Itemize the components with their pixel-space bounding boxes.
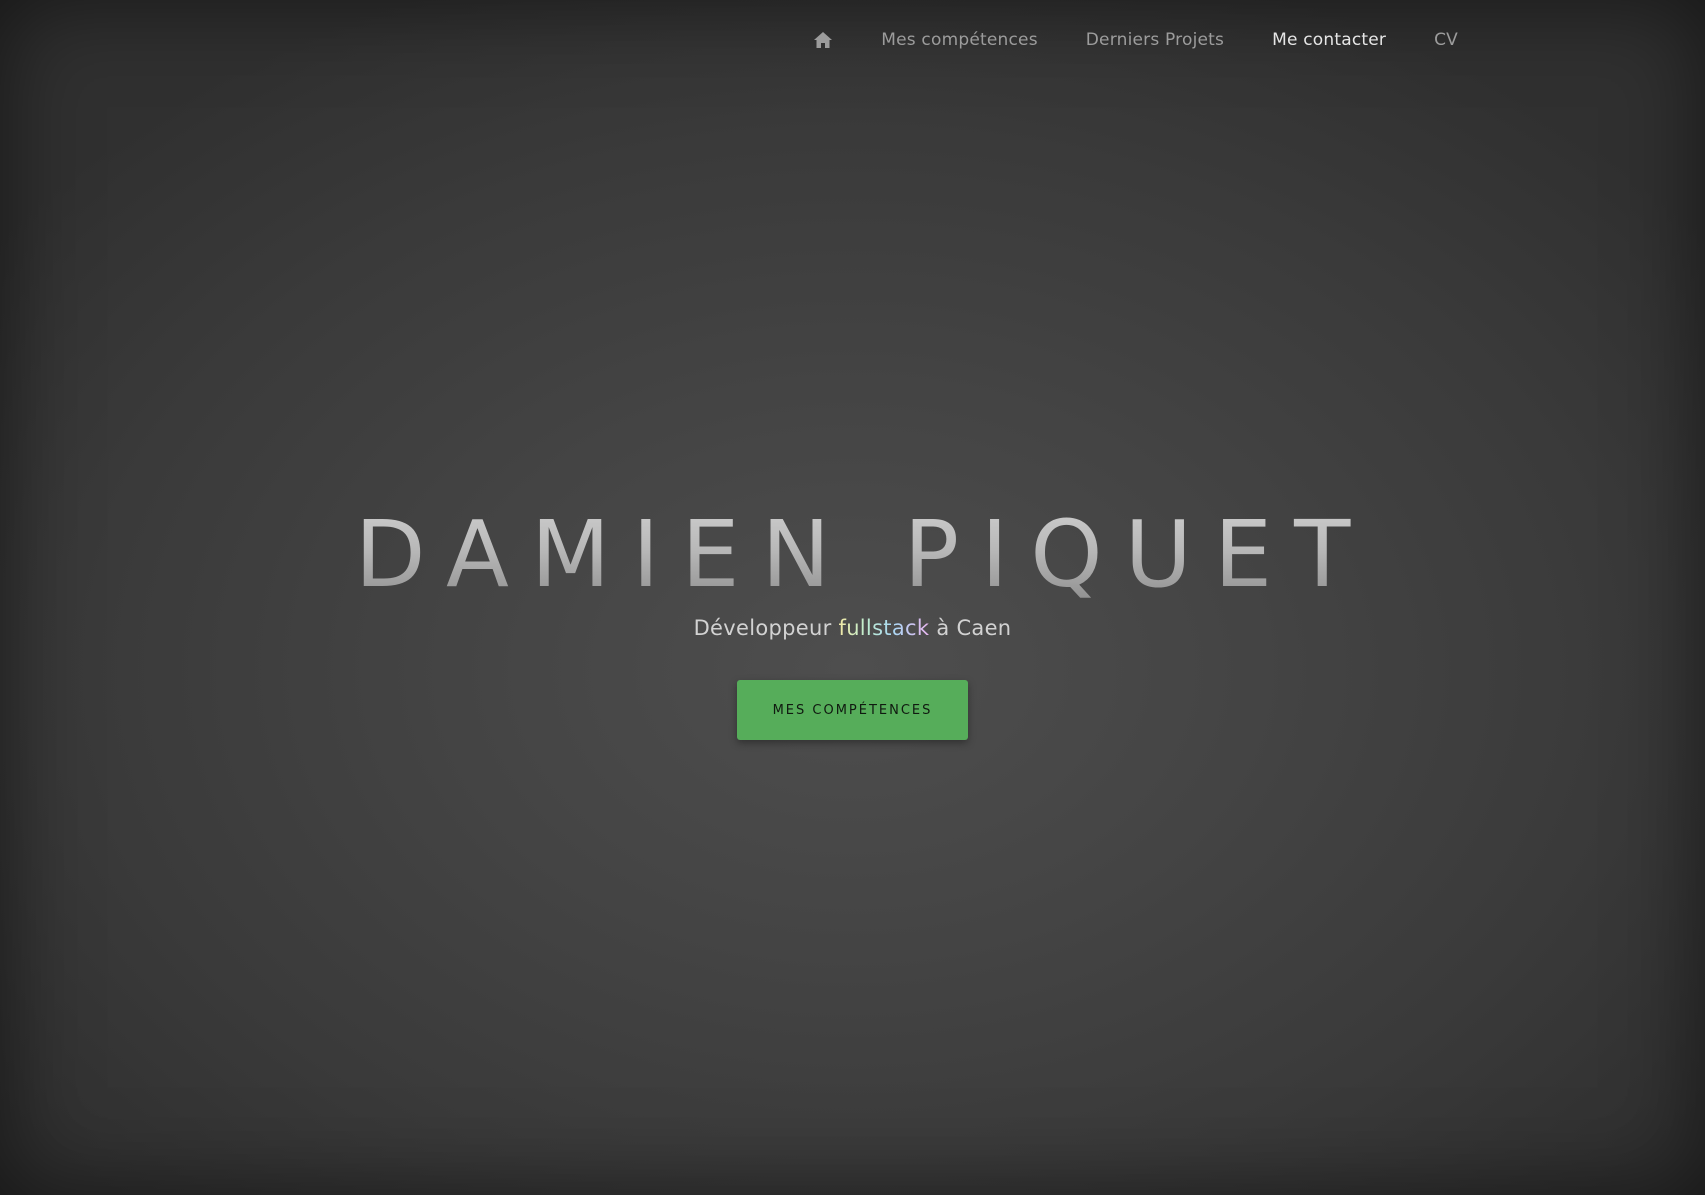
competences-button[interactable]: MES COMPÉTENCES <box>737 680 968 740</box>
hero-title: DAMIEN PIQUET <box>0 500 1705 610</box>
hero-subtitle: Développeur fullstack à Caen <box>0 616 1705 640</box>
nav-item-contact[interactable]: Me contacter <box>1272 30 1386 50</box>
nav-list: Mes compétences Derniers Projets Me cont… <box>813 0 1458 80</box>
home-icon <box>814 32 833 48</box>
subtitle-prefix: Développeur <box>693 616 832 640</box>
nav-item-competences[interactable]: Mes compétences <box>881 30 1038 50</box>
page: Mes compétences Derniers Projets Me cont… <box>0 0 1705 1195</box>
subtitle-highlight: fullstack <box>838 616 930 640</box>
subtitle-suffix: à Caen <box>936 616 1012 640</box>
nav-item-cv[interactable]: CV <box>1434 30 1458 50</box>
nav-home-link[interactable] <box>813 31 833 49</box>
hero-section: DAMIEN PIQUET Développeur fullstack à Ca… <box>0 500 1705 740</box>
nav-item-projets[interactable]: Derniers Projets <box>1086 30 1224 50</box>
navbar: Mes compétences Derniers Projets Me cont… <box>0 0 1705 80</box>
